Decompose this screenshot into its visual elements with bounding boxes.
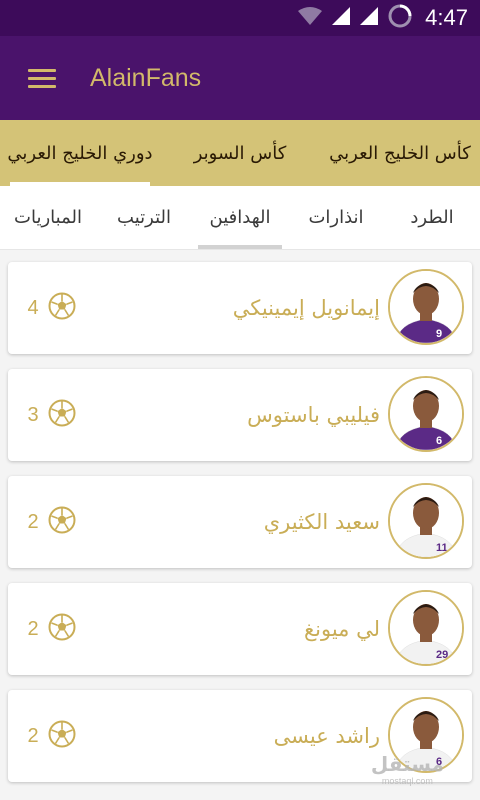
list-item[interactable]: 11 سعيد الكثيري 2 — [8, 476, 472, 568]
section-tabs: الطرد انذارات الهدافين الترتيب المباريات — [0, 186, 480, 250]
player-name: لي ميونغ — [303, 617, 380, 641]
player-avatar: 11 — [388, 483, 464, 559]
hamburger-icon — [28, 64, 56, 93]
tab-matches[interactable]: المباريات — [0, 186, 96, 249]
competition-tabs: كأس الخليج العربي كأس السوبر دوري الخليج… — [0, 120, 480, 186]
player-avatar: 6 — [388, 376, 464, 452]
tab-gulf-cup[interactable]: كأس الخليج العربي — [320, 120, 480, 186]
menu-button[interactable] — [0, 36, 84, 120]
svg-text:29: 29 — [436, 649, 448, 661]
player-name: إيمانويل إيمينيكي — [232, 296, 380, 320]
goals-count: 2 — [26, 583, 76, 675]
goals-number: 2 — [27, 510, 39, 533]
app-title: AlainFans — [90, 63, 202, 92]
watermark-logo-text: مستقل — [370, 752, 444, 776]
signal-icon-2 — [359, 6, 379, 30]
svg-text:6: 6 — [436, 435, 442, 447]
tab-warnings[interactable]: انذارات — [288, 186, 384, 249]
watermark-url: mostaql.com — [381, 776, 433, 786]
wifi-icon — [297, 6, 323, 30]
goals-number: 2 — [27, 724, 39, 747]
tab-red-cards[interactable]: الطرد — [384, 186, 480, 249]
goals-count: 3 — [26, 369, 76, 461]
app-bar: AlainFans — [0, 36, 480, 120]
player-avatar: 29 — [388, 590, 464, 666]
svg-text:11: 11 — [436, 542, 448, 554]
list-item[interactable]: 29 لي ميونغ 2 — [8, 583, 472, 675]
goals-count: 2 — [26, 476, 76, 568]
player-avatar: 9 — [388, 269, 464, 345]
goals-number: 2 — [27, 617, 39, 640]
goals-count: 4 — [26, 262, 76, 354]
football-icon — [48, 613, 76, 645]
signal-icon — [331, 6, 351, 30]
player-name: فيليبي باستوس — [247, 403, 380, 427]
football-icon — [48, 720, 76, 752]
svg-text:9: 9 — [436, 328, 442, 340]
goals-count: 2 — [26, 690, 76, 782]
list-item[interactable]: 6 فيليبي باستوس 3 — [8, 369, 472, 461]
tab-standings[interactable]: الترتيب — [96, 186, 192, 249]
scorers-list: 9 إيمانويل إيمينيكي 4 6 فيليبي باستوس 3 … — [0, 250, 480, 800]
battery-icon — [387, 3, 413, 33]
goals-number: 3 — [27, 403, 39, 426]
player-name: سعيد الكثيري — [263, 510, 380, 534]
tab-gulf-league[interactable]: دوري الخليج العربي — [0, 120, 160, 186]
status-time: 4:47 — [425, 5, 468, 30]
tab-scorers[interactable]: الهدافين — [192, 186, 288, 249]
tab-super-cup[interactable]: كأس السوبر — [160, 120, 320, 186]
football-icon — [48, 506, 76, 538]
football-icon — [48, 292, 76, 324]
status-bar: 4:47 — [0, 0, 480, 36]
player-name: راشد عيسى — [273, 724, 380, 748]
list-item[interactable]: 9 إيمانويل إيمينيكي 4 — [8, 262, 472, 354]
football-icon — [48, 399, 76, 431]
goals-number: 4 — [27, 296, 39, 319]
watermark: مستقل mostaql.com — [371, 752, 444, 786]
